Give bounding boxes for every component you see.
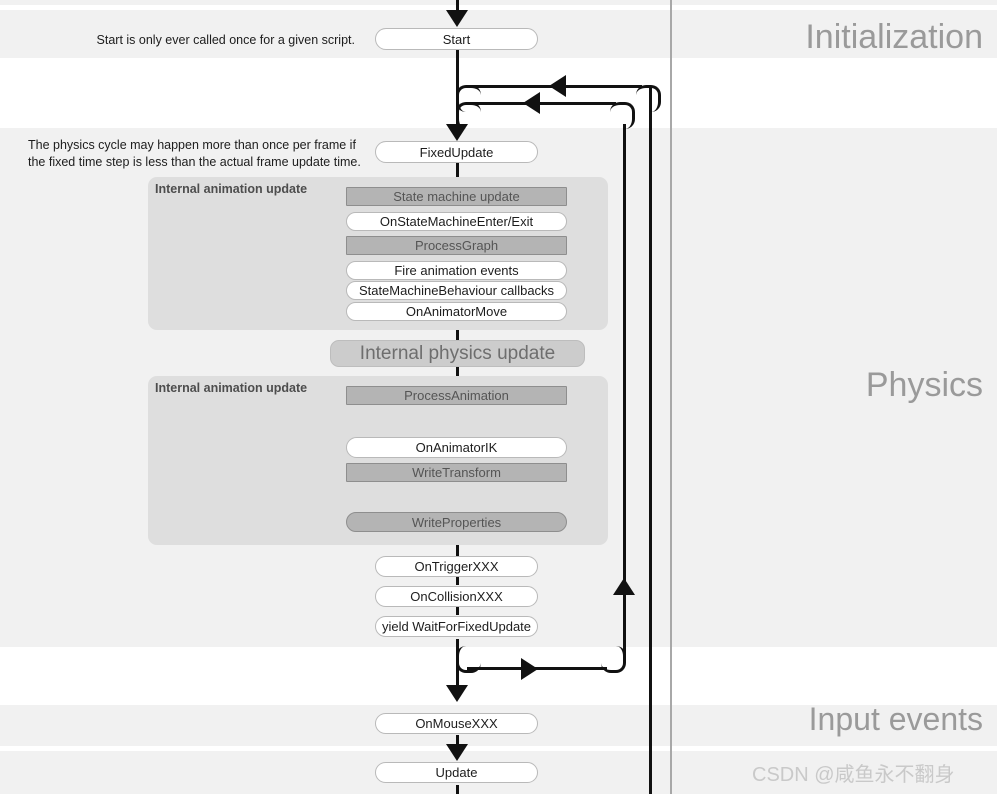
- node-onanimatormove[interactable]: OnAnimatorMove: [346, 302, 567, 321]
- node-onstatemachineenter-exit[interactable]: OnStateMachineEnter/Exit: [346, 212, 567, 231]
- node-start[interactable]: Start: [375, 28, 538, 50]
- arrow-return-inner: [523, 92, 540, 114]
- phase-title-initialization: Initialization: [805, 18, 983, 56]
- annotation-physics-note-line2: the fixed time step is less than the act…: [28, 155, 361, 169]
- node-fixedupdate[interactable]: FixedUpdate: [375, 141, 538, 163]
- flow-spine-below-update: [456, 785, 459, 794]
- node-yield-waitforfixedupdate[interactable]: yield WaitForFixedUpdate: [375, 616, 538, 637]
- return-loop-outer-corner-right: [636, 85, 661, 112]
- lifecycle-flowchart: Initialization Physics Input events Star…: [0, 0, 997, 794]
- node-update[interactable]: Update: [375, 762, 538, 783]
- node-state-machine-update[interactable]: State machine update: [346, 187, 567, 206]
- node-ontriggerxxx[interactable]: OnTriggerXXX: [375, 556, 538, 577]
- node-processanimation[interactable]: ProcessAnimation: [346, 386, 567, 405]
- arrow-into-start: [446, 10, 468, 27]
- return-loop-inner-corner-left: [456, 102, 481, 129]
- node-oncollisionxxx[interactable]: OnCollisionXXX: [375, 586, 538, 607]
- arrow-into-onmousexxx: [446, 685, 468, 702]
- node-onanimatorik[interactable]: OnAnimatorIK: [346, 437, 567, 458]
- group-label-internal-animation-update-1: Internal animation update: [155, 182, 308, 196]
- arrow-return-outer: [549, 75, 566, 97]
- phase-title-physics: Physics: [865, 366, 983, 404]
- outer-return-spine: [649, 86, 652, 794]
- node-writeproperties[interactable]: WriteProperties: [346, 512, 567, 532]
- return-loop-inner-horizontal: [467, 102, 616, 105]
- node-processgraph[interactable]: ProcessGraph: [346, 236, 567, 255]
- annotation-physics-note-line1: The physics cycle may happen more than o…: [28, 138, 356, 152]
- phase-title-input-events: Input events: [808, 701, 983, 737]
- node-onmousexxx[interactable]: OnMouseXXX: [375, 713, 538, 734]
- group-label-internal-animation-update-2: Internal animation update: [155, 381, 308, 395]
- annotation-start-note: Start is only ever called once for a giv…: [96, 33, 355, 47]
- node-writetransform[interactable]: WriteTransform: [346, 463, 567, 482]
- return-loop-inner-spine: [623, 124, 626, 592]
- arrow-return-bottom: [521, 658, 538, 680]
- node-fire-animation-events[interactable]: Fire animation events: [346, 261, 567, 280]
- column-divider: [670, 0, 672, 794]
- return-loop-bottom-corner-left: [456, 646, 481, 673]
- arrow-into-update: [446, 744, 468, 761]
- node-internal-physics-update[interactable]: Internal physics update: [330, 340, 585, 367]
- watermark: CSDN @咸鱼永不翻身: [752, 764, 955, 786]
- band-top-edge: [0, 0, 997, 5]
- node-statemachinebehaviour-callbacks[interactable]: StateMachineBehaviour callbacks: [346, 281, 567, 300]
